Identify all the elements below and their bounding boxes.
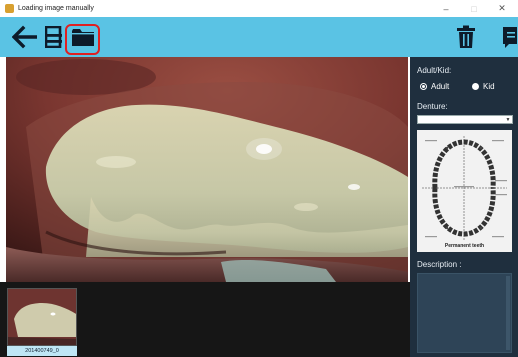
kid-radio[interactable]: Kid <box>472 82 495 91</box>
denture-label: Denture: <box>417 102 448 111</box>
image-viewer[interactable] <box>6 57 408 282</box>
window-title: Loading image manually <box>18 5 94 12</box>
denture-select[interactable]: ▼ <box>417 115 513 124</box>
app-icon <box>5 4 14 13</box>
radio-indicator <box>420 83 427 90</box>
adult-radio-label: Adult <box>431 82 450 91</box>
open-folder-highlight <box>65 24 100 55</box>
document-icon <box>503 27 517 48</box>
delete-button[interactable] <box>453 17 479 57</box>
thumbnail-label: 201400749_0 <box>7 346 77 356</box>
minimize-button[interactable]: – <box>432 0 460 17</box>
maximize-button[interactable]: □ <box>460 0 488 17</box>
window-controls: – □ ✕ <box>432 0 516 17</box>
kid-radio-label: Kid <box>483 82 495 91</box>
back-button[interactable] <box>10 17 40 57</box>
list-icon <box>45 26 62 48</box>
title-bar: Loading image manually – □ ✕ <box>0 0 518 17</box>
description-label: Description : <box>417 260 462 269</box>
thumbnail-strip: 201400749_0 <box>0 282 410 357</box>
chevron-down-icon: ▼ <box>505 117 511 123</box>
trash-icon <box>457 25 475 48</box>
tooth-chart-caption: Permanent teeth <box>444 243 485 249</box>
description-field[interactable] <box>417 273 512 353</box>
arrow-left-icon <box>12 25 37 49</box>
tooth-chart[interactable]: Permanent teeth <box>417 130 512 252</box>
dental-photo <box>6 57 408 282</box>
close-button[interactable]: ✕ <box>488 0 516 17</box>
thumbnail-image <box>8 289 76 345</box>
description-scrollbar[interactable] <box>506 276 510 350</box>
info-panel: Adult/Kid: Adult Kid Denture: ▼ Permanen… <box>410 57 518 357</box>
thumbnail[interactable] <box>7 288 77 346</box>
list-button[interactable] <box>42 17 66 57</box>
adult-radio[interactable]: Adult <box>420 82 449 91</box>
tooth-diagram <box>422 136 507 240</box>
report-button[interactable] <box>500 17 518 57</box>
patient-type-label: Adult/Kid: <box>417 66 452 75</box>
radio-indicator <box>472 83 479 90</box>
